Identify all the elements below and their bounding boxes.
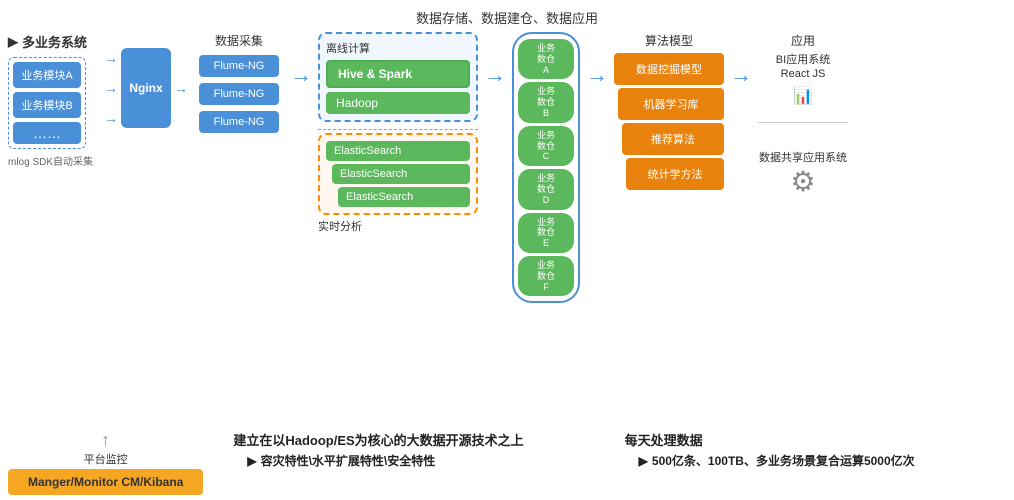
wh-c: 业务数仓C	[518, 126, 574, 166]
hadoop-box: Hadoop	[326, 92, 470, 114]
algo-stack: 数据挖掘模型 机器学习库 推荐算法 统计学方法	[614, 53, 724, 193]
bottom-section: ↑ 平台监控 Manger/Monitor CM/Kibana 建立在以Hado…	[8, 430, 1006, 495]
up-arrow-icon: ↑	[101, 430, 110, 451]
realtime-section: ElasticSearch ElasticSearch ElasticSearc…	[318, 133, 478, 215]
col-collect: 数据采集 Flume-NG Flume-NG Flume-NG	[194, 32, 284, 133]
warehouse-container: 业务数仓A 业务数仓B 业务数仓C 业务数仓D 业务数仓E 业务数仓F	[512, 32, 580, 303]
col-algo: 算法模型 数据挖掘模型 机器学习库 推荐算法 统计学方法	[614, 32, 724, 193]
biz-module-a: 业务模块A	[13, 62, 81, 88]
algo-2: 机器学习库	[618, 88, 724, 120]
gear-icon: ⚙	[758, 165, 848, 198]
arrow-algo-app: →	[730, 62, 752, 88]
app-bottom: 数据共享应用系统 ⚙	[758, 151, 848, 198]
wh-d: 业务数仓D	[518, 169, 574, 209]
app-divider	[758, 122, 848, 123]
main-row: ▶ 多业务系统 业务模块A 业务模块B …… mlog SDK自动采集 → → …	[8, 32, 1006, 303]
bottom-sub-left: ▶ 容灾特性\水平扩展特性\安全特性	[233, 452, 614, 469]
bottom-text-left: 建立在以Hadoop/ES为核心的大数据开源技术之上 ▶ 容灾特性\水平扩展特性…	[233, 430, 614, 469]
col-warehouse: 业务数仓A 业务数仓B 业务数仓C 业务数仓D 业务数仓E 业务数仓F	[512, 32, 580, 303]
arrow2: →	[104, 80, 118, 96]
platform-monitor: ↑ 平台监控 Manger/Monitor CM/Kibana	[8, 430, 203, 495]
left-arrows: → → →	[104, 50, 118, 126]
wh-f: 业务数仓F	[518, 256, 574, 296]
es-box-3: ElasticSearch	[338, 187, 470, 207]
bottom-sub-right: ▶ 500亿条、100TB、多业务场景复合运算5000亿次	[625, 452, 1006, 469]
app2-text: 数据共享应用系统	[758, 151, 848, 165]
arrow-compute-warehouse: →	[484, 62, 506, 88]
arrow1: →	[104, 50, 118, 66]
flume-3: Flume-NG	[199, 111, 279, 133]
arrow-sub-icon: ▶	[247, 454, 256, 468]
section-divider	[318, 129, 478, 130]
mlog-label: mlog SDK自动采集	[8, 153, 93, 168]
app-icon-bar: 📊	[758, 86, 848, 106]
nginx-section: → → → Nginx →	[104, 48, 188, 128]
realtime-label: 实时分析	[318, 218, 478, 234]
nginx-box: Nginx	[121, 48, 171, 128]
diagram-container: 数据存储、数据建仓、数据应用 ▶ 多业务系统 业务模块A 业务模块B …… ml…	[0, 0, 1014, 500]
biz-label: ▶ 多业务系统	[8, 32, 87, 51]
arrow-icon: ▶	[8, 34, 18, 50]
algo-4: 统计学方法	[626, 158, 724, 190]
bar-chart-icon: 📊	[793, 86, 813, 106]
wh-e: 业务数仓E	[518, 213, 574, 253]
flume-1: Flume-NG	[199, 55, 279, 77]
algo-label: 算法模型	[614, 32, 724, 49]
offline-section: 离线计算 Hive & Spark Hadoop	[318, 32, 478, 122]
platform-label: 平台监控	[84, 451, 128, 467]
top-label: 数据存储、数据建仓、数据应用	[416, 8, 598, 27]
wh-b: 业务数仓B	[518, 82, 574, 122]
nginx-right-arrow: →	[174, 80, 188, 96]
wh-a: 业务数仓A	[518, 39, 574, 79]
biz-border: 业务模块A 业务模块B ……	[8, 57, 86, 149]
bottom-text-right: 每天处理数据 ▶ 500亿条、100TB、多业务场景复合运算5000亿次	[625, 430, 1006, 469]
col-biz: ▶ 多业务系统 业务模块A 业务模块B …… mlog SDK自动采集	[8, 32, 98, 168]
arrow3: →	[104, 110, 118, 126]
algo-3: 推荐算法	[622, 123, 724, 155]
biz-module-dots: ……	[13, 122, 81, 144]
hive-spark-box: Hive & Spark	[326, 60, 470, 88]
app-top: BI应用系统 React JS 📊	[758, 53, 848, 106]
arrow-collect-compute: →	[290, 62, 312, 88]
col-app: 应用 BI应用系统 React JS 📊 数据共享应用系统 ⚙	[758, 32, 848, 198]
app1-text: BI应用系统 React JS	[758, 53, 848, 82]
app-label: 应用	[758, 32, 848, 49]
biz-module-b: 业务模块B	[13, 92, 81, 118]
flume-boxes: Flume-NG Flume-NG Flume-NG	[199, 55, 279, 133]
collect-label: 数据采集	[215, 32, 263, 49]
nginx-arrow-row: → → → Nginx →	[104, 48, 188, 128]
es-box-2: ElasticSearch	[332, 164, 470, 184]
algo-1: 数据挖掘模型	[614, 53, 724, 85]
es-box-1: ElasticSearch	[326, 141, 470, 161]
arrow-sub-right-icon: ▶	[639, 454, 648, 468]
col-compute: 离线计算 Hive & Spark Hadoop ElasticSearch E…	[318, 32, 478, 238]
offline-label: 离线计算	[326, 40, 470, 56]
monitor-bar: Manger/Monitor CM/Kibana	[8, 469, 203, 495]
arrow-warehouse-algo: →	[586, 62, 608, 88]
flume-2: Flume-NG	[199, 83, 279, 105]
